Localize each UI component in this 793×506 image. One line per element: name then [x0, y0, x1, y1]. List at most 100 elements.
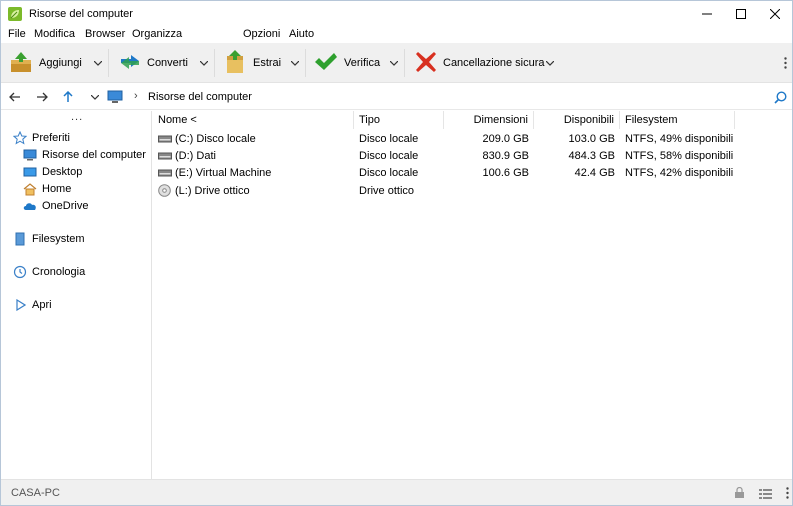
row-type: Drive ottico: [359, 184, 415, 197]
search-button[interactable]: [772, 89, 788, 105]
sidebar-item-risorse[interactable]: Risorse del computer: [23, 148, 146, 162]
lock-button[interactable]: [732, 486, 746, 500]
chevron-down-icon: [390, 60, 398, 66]
breadcrumb-current[interactable]: Risorse del computer: [148, 91, 252, 103]
convert-button[interactable]: Converti: [119, 43, 188, 83]
optical-disc-icon: [158, 184, 172, 197]
convert-dropdown[interactable]: [199, 57, 209, 69]
table-row[interactable]: (C:) Disco locale Disco locale 209.0 GB …: [153, 130, 792, 147]
add-button[interactable]: Aggiungi: [9, 43, 82, 83]
status-bar: CASA-PC: [1, 479, 792, 505]
row-size: 830.9 GB: [482, 149, 529, 162]
menu-file[interactable]: File: [8, 28, 26, 40]
toolbar-separator: [108, 49, 109, 77]
view-mode-button[interactable]: [758, 486, 772, 500]
history-dropdown[interactable]: [87, 89, 103, 105]
secure-delete-button[interactable]: Cancellazione sicura: [415, 43, 545, 83]
add-dropdown[interactable]: [93, 57, 103, 69]
column-header-type[interactable]: Tipo: [354, 111, 444, 129]
back-button[interactable]: [7, 89, 23, 105]
more-vertical-icon: [785, 487, 789, 499]
column-header-filesystem[interactable]: Filesystem: [620, 111, 735, 129]
chevron-down-icon: [546, 60, 554, 66]
forward-button[interactable]: [34, 89, 50, 105]
status-overflow-button[interactable]: [780, 486, 793, 500]
menu-modifica[interactable]: Modifica: [34, 28, 75, 40]
sidebar-menu-dots[interactable]: ...: [71, 111, 83, 123]
sidebar-item-preferiti[interactable]: Preferiti: [13, 131, 70, 145]
row-type: Disco locale: [359, 149, 419, 162]
status-computer-name: CASA-PC: [11, 487, 60, 499]
sidebar-item-desktop[interactable]: Desktop: [23, 165, 82, 179]
computer-location-icon: [107, 89, 123, 105]
sidebar-item-label: Risorse del computer: [42, 149, 146, 161]
sidebar-item-cronologia[interactable]: Cronologia: [13, 265, 85, 279]
sidebar-item-filesystem[interactable]: Filesystem: [13, 232, 85, 246]
sidebar-item-label: Apri: [32, 299, 52, 311]
arrow-left-icon: [9, 92, 20, 102]
maximize-button[interactable]: [724, 1, 758, 27]
minimize-icon: [702, 13, 712, 15]
star-icon: [13, 131, 27, 145]
close-button[interactable]: [758, 1, 792, 27]
arrow-up-icon: [63, 91, 73, 102]
row-name: (C:) Disco locale: [175, 132, 256, 145]
filesystem-icon: [13, 232, 27, 246]
test-button[interactable]: Verifica: [314, 43, 380, 83]
chevron-down-icon: [91, 94, 99, 100]
lock-icon: [734, 487, 744, 498]
sidebar-item-label: Preferiti: [32, 132, 70, 144]
add-label: Aggiungi: [39, 57, 82, 69]
column-header-free[interactable]: Disponibili: [534, 111, 620, 129]
menu-organizza[interactable]: Organizza: [132, 28, 182, 40]
chevron-down-icon: [94, 60, 102, 66]
minimize-button[interactable]: [690, 1, 724, 27]
arrow-right-icon: [37, 92, 48, 102]
breadcrumb-separator: ›: [134, 90, 138, 102]
hard-drive-icon: [158, 150, 172, 162]
extract-folder-icon: [225, 49, 247, 77]
up-button[interactable]: [60, 89, 76, 105]
test-dropdown[interactable]: [389, 57, 399, 69]
sidebar-item-home[interactable]: Home: [23, 182, 71, 196]
column-header-name[interactable]: Nome <: [153, 111, 354, 129]
file-list: Nome < Tipo Dimensioni Disponibili Files…: [153, 111, 792, 479]
row-name-cell: (C:) Disco locale: [158, 130, 353, 147]
table-row[interactable]: (E:) Virtual Machine Disco locale 100.6 …: [153, 164, 792, 181]
sidebar-item-onedrive[interactable]: OneDrive: [23, 199, 88, 213]
table-row[interactable]: (L:) Drive ottico Drive ottico: [153, 182, 792, 199]
row-name: (D:) Dati: [175, 149, 216, 162]
toolbar-separator: [404, 49, 405, 77]
maximize-icon: [736, 9, 746, 19]
desktop-icon: [23, 165, 37, 179]
sidebar-item-label: Desktop: [42, 166, 83, 178]
row-filesystem: NTFS, 42% disponibili: [625, 166, 734, 179]
menu-aiuto[interactable]: Aiuto: [289, 28, 314, 40]
row-name-cell: (D:) Dati: [158, 147, 353, 164]
toolbar: Aggiungi Converti Estrai Verifica Cancel…: [1, 43, 792, 83]
home-icon: [23, 182, 37, 196]
search-icon: [773, 90, 787, 104]
menu-browser[interactable]: Browser: [85, 28, 125, 40]
row-free: 103.0 GB: [568, 132, 615, 145]
extract-dropdown[interactable]: [290, 57, 300, 69]
clock-icon: [13, 265, 27, 279]
sidebar-item-apri[interactable]: Apri: [13, 298, 52, 312]
close-icon: [770, 9, 780, 19]
column-header-size[interactable]: Dimensioni: [444, 111, 534, 129]
add-archive-icon: [9, 50, 33, 77]
extract-button[interactable]: Estrai: [225, 43, 281, 83]
details-view-icon: [758, 488, 772, 499]
table-row[interactable]: (D:) Dati Disco locale 830.9 GB 484.3 GB…: [153, 147, 792, 164]
convert-arrows-icon: [119, 51, 141, 76]
row-name: (L:) Drive ottico: [175, 184, 250, 197]
title-bar: Risorse del computer: [1, 1, 792, 27]
secure-delete-dropdown[interactable]: [545, 57, 555, 69]
toolbar-overflow-button[interactable]: [780, 57, 790, 69]
menu-opzioni[interactable]: Opzioni: [243, 28, 280, 40]
menu-bar: File Modifica Browser Organizza Opzioni …: [1, 27, 792, 43]
address-bar: › Risorse del computer: [1, 84, 792, 110]
test-label: Verifica: [344, 57, 381, 69]
row-filesystem: NTFS, 49% disponibili: [625, 132, 734, 145]
sidebar-item-label: Filesystem: [32, 233, 85, 245]
